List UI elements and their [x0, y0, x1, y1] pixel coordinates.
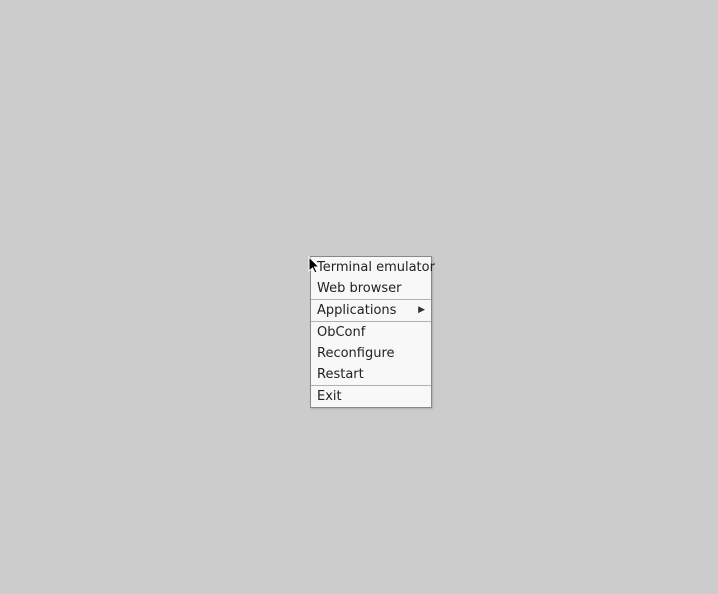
menu-item-applications[interactable]: Applications ▶	[311, 300, 431, 321]
context-menu: Terminal emulator Web browser Applicatio…	[310, 256, 432, 408]
menu-item-label: Restart	[317, 366, 364, 383]
menu-item-label: Applications	[317, 302, 396, 319]
menu-item-label: Terminal emulator	[317, 259, 435, 276]
menu-section-2: Applications ▶	[311, 300, 431, 322]
menu-item-label: Exit	[317, 388, 342, 405]
menu-item-exit[interactable]: Exit	[311, 386, 431, 407]
menu-section-4: Exit	[311, 386, 431, 407]
menu-item-reconfigure[interactable]: Reconfigure	[311, 343, 431, 364]
menu-item-label: Web browser	[317, 280, 402, 297]
menu-item-label: ObConf	[317, 324, 365, 341]
menu-section-3: ObConf Reconfigure Restart	[311, 322, 431, 386]
menu-item-obconf[interactable]: ObConf	[311, 322, 431, 343]
submenu-arrow-icon: ▶	[418, 302, 425, 319]
menu-item-label: Reconfigure	[317, 345, 395, 362]
menu-item-terminal-emulator[interactable]: Terminal emulator	[311, 257, 431, 278]
menu-item-restart[interactable]: Restart	[311, 364, 431, 385]
menu-section-1: Terminal emulator Web browser	[311, 257, 431, 300]
menu-item-web-browser[interactable]: Web browser	[311, 278, 431, 299]
